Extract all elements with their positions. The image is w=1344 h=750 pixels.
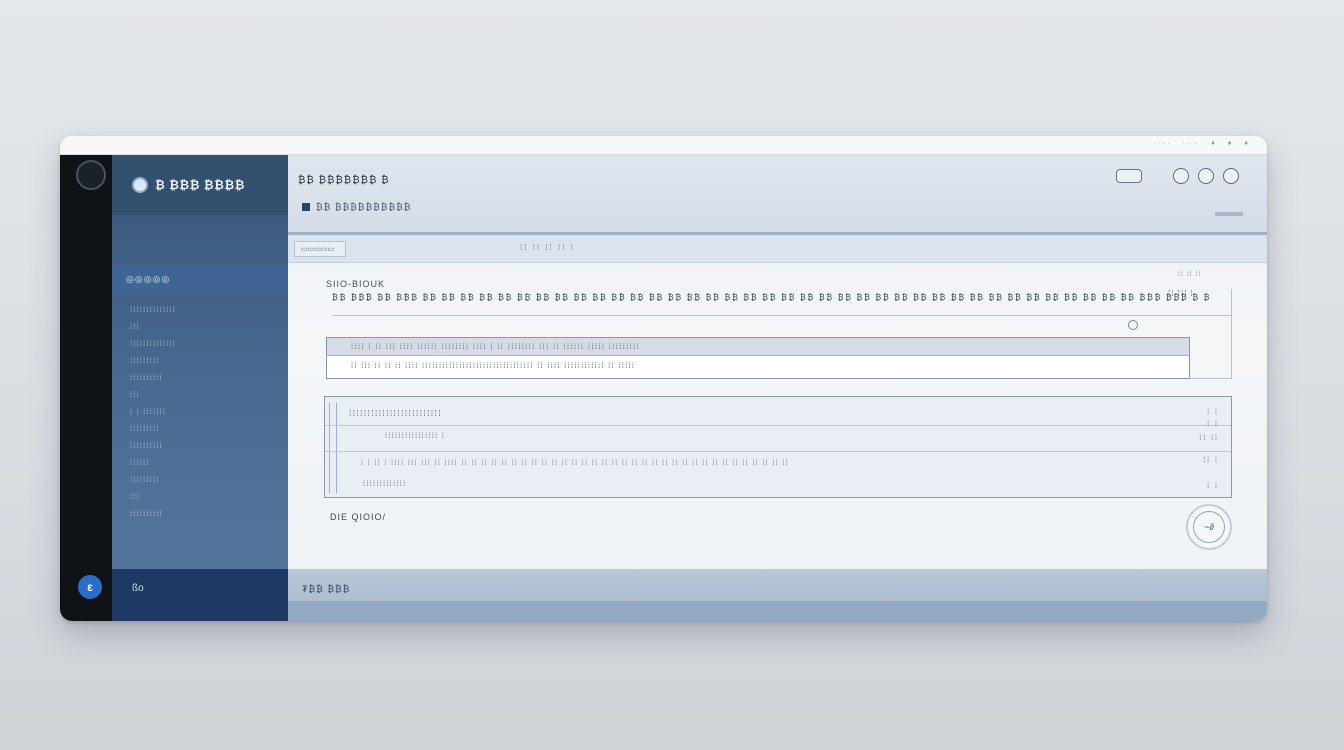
table-cell: ⁞ ⁞ [1207, 409, 1219, 416]
sidebar-item[interactable]: ⁞ ⁞ ⁞⁞⁞⁞⁞⁞⁞ [130, 403, 288, 420]
square-icon [302, 203, 310, 211]
left-rail: ε [60, 155, 112, 621]
settings-icon[interactable] [1173, 168, 1189, 184]
breadcrumb-chip[interactable]: ▭▭▭▭▭ [294, 241, 346, 257]
sidebar-item-active[interactable]: ◎◎◎◎◎ [112, 265, 288, 293]
breadcrumb[interactable]: ⁞⁞ ⁞⁞ ⁞⁞ ⁞⁞ ⁞ [520, 243, 575, 252]
sidebar-item[interactable]: ⁞⁞⁞⁞⁞⁞⁞⁞⁞ [130, 420, 288, 437]
status-badge[interactable]: ~∂ [1186, 504, 1232, 550]
system-tray: ····· ····· ♦ ♦ ♦ [1154, 140, 1249, 147]
sidebar-item[interactable]: ⁞⁞⁞⁞⁞⁞⁞⁞⁞⁞⁞⁞⁞⁞ [130, 301, 288, 318]
table-row[interactable]: ⁞⁞⁞⁞⁞⁞⁞⁞⁞⁞⁞⁞⁞⁞⁞⁞ ⁞ [385, 433, 445, 440]
badge-icon: ~∂ [1193, 511, 1225, 543]
page-title: ₿₿ ₿₿₿₿₿₿₿ ₿ [298, 175, 390, 186]
radio-toggle[interactable] [1128, 320, 1138, 330]
profile-icon[interactable] [1223, 168, 1239, 184]
tray-item[interactable]: ♦ [1244, 140, 1249, 147]
sidebar-item[interactable]: ⁞⁞⁞⁞⁞⁞⁞⁞⁞⁞ [130, 369, 288, 386]
table-cell: ⁞⁞ ⁞ [1203, 457, 1219, 464]
sidebar-menu: ⁞⁞⁞⁞⁞⁞⁞⁞⁞⁞⁞⁞⁞⁞ ⁞⁞⁞ ⁞⁞⁞⁞⁞⁞⁞⁞⁞⁞⁞⁞⁞⁞ ⁞⁞⁞⁞⁞⁞… [112, 293, 288, 522]
table-row[interactable]: ⁞ ⁞ ⁞⁞ ⁞ ⁞⁞⁞⁞ ⁞⁞⁞ ⁞⁞⁞ ⁞⁞ ⁞⁞⁞⁞ ⁞⁞ ⁞⁞ ⁞⁞ ⁞… [361, 460, 789, 467]
camera-icon [76, 160, 106, 190]
tray-item[interactable]: ♦ [1211, 140, 1216, 147]
table-header: ⁞⁞⁞⁞⁞⁞⁞⁞⁞⁞⁞⁞⁞⁞⁞⁞⁞⁞⁞⁞⁞⁞⁞⁞⁞ [349, 409, 443, 418]
table-cell: ⁞⁞ ⁞⁞ [1199, 435, 1219, 442]
header-actions [1173, 168, 1239, 184]
page-header: ₿₿ ₿₿₿₿₿₿₿ ₿ ₿₿ ₿₿₿₿₿₿₿₿₿₿ [288, 155, 1267, 235]
window-toggle-button[interactable] [1116, 169, 1142, 183]
right-hint: ⁞⁞ ⁞⁞ ⁞⁞ [1178, 271, 1202, 278]
brand[interactable]: ₿ ₿₿₿ ₿₿₿₿ [112, 155, 288, 215]
breadcrumb-bar: ▭▭▭▭▭ ⁞⁞ ⁞⁞ ⁞⁞ ⁞⁞ ⁞ [288, 235, 1267, 263]
brand-name: ₿ ₿₿₿ ₿₿₿₿ [155, 178, 245, 192]
table-divider [325, 451, 1231, 452]
table-row[interactable]: ⁞⁞⁞⁞⁞⁞⁞⁞⁞⁞⁞⁞⁞ [363, 481, 406, 488]
divider [332, 315, 1232, 316]
content-area: SIIO-BIOUK ₿₿ ₿₿₿ ₿₿ ₿₿₿ ₿₿ ₿₿ ₿₿ ₿₿ ₿₿ … [288, 263, 1267, 563]
info-row-header: ⁞⁞⁞⁞ ⁞ ⁞⁞ ⁞⁞⁞ ⁞⁞⁞⁞ ⁞⁞⁞⁞⁞⁞ ⁞⁞⁞⁞⁞⁞⁞⁞ ⁞⁞⁞⁞ … [327, 338, 1189, 356]
tray-item[interactable]: ♦ [1228, 140, 1233, 147]
data-table: ⁞⁞⁞⁞⁞⁞⁞⁞⁞⁞⁞⁞⁞⁞⁞⁞⁞⁞⁞⁞⁞⁞⁞⁞⁞ ⁞⁞⁞⁞⁞⁞⁞⁞⁞⁞⁞⁞⁞⁞… [324, 396, 1232, 498]
logo-icon [132, 177, 148, 193]
table-cell: ⁞ ⁞ [1207, 421, 1219, 428]
menu-icon[interactable] [1215, 212, 1243, 216]
info-panel: ⁞⁞⁞⁞ ⁞ ⁞⁞ ⁞⁞⁞ ⁞⁞⁞⁞ ⁞⁞⁞⁞⁞⁞ ⁞⁞⁞⁞⁞⁞⁞⁞ ⁞⁞⁞⁞ … [326, 337, 1190, 379]
sidebar-item[interactable]: ⁞⁞⁞⁞⁞⁞⁞⁞⁞ [130, 352, 288, 369]
sidebar: ₿ ₿₿₿ ₿₿₿₿ ◎◎◎◎◎ ⁞⁞⁞⁞⁞⁞⁞⁞⁞⁞⁞⁞⁞⁞ ⁞⁞⁞ ⁞⁞⁞⁞… [112, 155, 288, 621]
app-window: ····· ····· ♦ ♦ ♦ ε ₿ ₿₿₿ ₿₿₿₿ ◎◎◎◎◎ ⁞⁞⁞… [60, 136, 1267, 621]
system-topbar: ····· ····· ♦ ♦ ♦ [60, 136, 1267, 155]
info-row-body: ⁞⁞ ⁞⁞⁞ ⁞⁞ ⁞⁞ ⁞⁞ ⁞⁞⁞⁞ ⁞⁞⁞⁞⁞⁞⁞⁞⁞⁞⁞⁞⁞⁞⁞⁞⁞⁞⁞… [351, 361, 636, 370]
subtitle-text: ₿₿ ₿₿₿₿₿₿₿₿₿₿ [316, 202, 412, 212]
sidebar-item[interactable]: ⁞⁞⁞ [130, 318, 288, 335]
sidebar-footer-label[interactable]: ßo [132, 583, 144, 594]
sidebar-item[interactable]: ⁞⁞⁞⁞⁞⁞⁞⁞⁞⁞ [130, 437, 288, 454]
sidebar-item[interactable]: ⁞⁞⁞⁞⁞⁞ [130, 454, 288, 471]
main-panel: ₿₿ ₿₿₿₿₿₿₿ ₿ ₿₿ ₿₿₿₿₿₿₿₿₿₿ ▭▭▭▭▭ ⁞⁞ ⁞⁞ ⁞… [288, 155, 1267, 621]
status-bar: ₮₿₿ ₿₿₿ [288, 569, 1267, 621]
tray-item[interactable]: ····· [1183, 140, 1200, 147]
table-scrollbar[interactable] [329, 403, 337, 493]
help-icon[interactable]: ε [78, 575, 102, 599]
notifications-icon[interactable] [1198, 168, 1214, 184]
sidebar-footer: ßo [112, 569, 288, 621]
section-description: ₿₿ ₿₿₿ ₿₿ ₿₿₿ ₿₿ ₿₿ ₿₿ ₿₿ ₿₿ ₿₿ ₿₿ ₿₿ ₿₿… [332, 293, 1212, 302]
sidebar-item[interactable]: ⁞⁞⁞ [130, 386, 288, 403]
sidebar-item[interactable]: ⁞⁞⁞ [130, 488, 288, 505]
sidebar-item[interactable]: ⁞⁞⁞⁞⁞⁞⁞⁞⁞⁞⁞⁞⁞⁞ [130, 335, 288, 352]
sidebar-item[interactable]: ⁞⁞⁞⁞⁞⁞⁞⁞⁞⁞ [130, 505, 288, 522]
sidebar-item[interactable]: ⁞⁞⁞⁞⁞⁞⁞⁞⁞ [130, 471, 288, 488]
footnote: DIE QIOIO/ [330, 512, 387, 522]
section-title: SIIO-BIOUK [326, 279, 386, 289]
status-band [288, 601, 1267, 621]
tray-item[interactable]: ····· [1154, 140, 1171, 147]
table-divider [325, 425, 1231, 426]
right-value: ⁞⁞ ⁞⁞⁞ ⁞ [1168, 289, 1194, 298]
page-subtitle: ₿₿ ₿₿₿₿₿₿₿₿₿₿ [302, 202, 411, 212]
table-cell: ⁞ ⁞ [1207, 483, 1219, 490]
status-label: ₮₿₿ ₿₿₿ [302, 584, 351, 594]
